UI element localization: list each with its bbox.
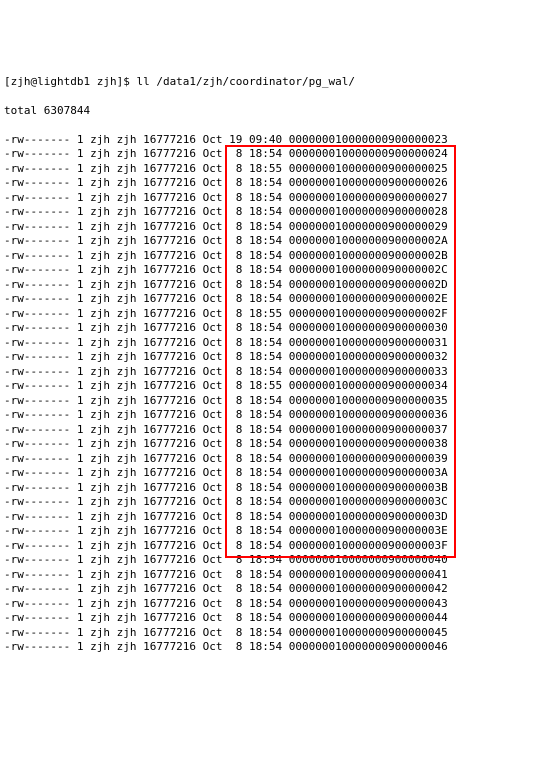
file-row: -rw------- 1 zjh zjh 16777216 Oct 8 18:5… xyxy=(4,626,556,641)
file-row: -rw------- 1 zjh zjh 16777216 Oct 8 18:5… xyxy=(4,524,556,539)
file-row: -rw------- 1 zjh zjh 16777216 Oct 19 09:… xyxy=(4,133,556,148)
file-row: -rw------- 1 zjh zjh 16777216 Oct 8 18:5… xyxy=(4,582,556,597)
file-row: -rw------- 1 zjh zjh 16777216 Oct 8 18:5… xyxy=(4,307,556,322)
file-row: -rw------- 1 zjh zjh 16777216 Oct 8 18:5… xyxy=(4,147,556,162)
file-row: -rw------- 1 zjh zjh 16777216 Oct 8 18:5… xyxy=(4,234,556,249)
file-row: -rw------- 1 zjh zjh 16777216 Oct 8 18:5… xyxy=(4,379,556,394)
file-row: -rw------- 1 zjh zjh 16777216 Oct 8 18:5… xyxy=(4,466,556,481)
file-row: -rw------- 1 zjh zjh 16777216 Oct 8 18:5… xyxy=(4,278,556,293)
total-line: total 6307844 xyxy=(4,104,556,119)
file-row: -rw------- 1 zjh zjh 16777216 Oct 8 18:5… xyxy=(4,365,556,380)
file-listing: -rw------- 1 zjh zjh 16777216 Oct 19 09:… xyxy=(4,133,556,655)
file-row: -rw------- 1 zjh zjh 16777216 Oct 8 18:5… xyxy=(4,597,556,612)
file-row: -rw------- 1 zjh zjh 16777216 Oct 8 18:5… xyxy=(4,249,556,264)
file-row: -rw------- 1 zjh zjh 16777216 Oct 8 18:5… xyxy=(4,481,556,496)
file-row: -rw------- 1 zjh zjh 16777216 Oct 8 18:5… xyxy=(4,611,556,626)
file-row: -rw------- 1 zjh zjh 16777216 Oct 8 18:5… xyxy=(4,495,556,510)
file-row: -rw------- 1 zjh zjh 16777216 Oct 8 18:5… xyxy=(4,321,556,336)
file-row: -rw------- 1 zjh zjh 16777216 Oct 8 18:5… xyxy=(4,292,556,307)
file-row: -rw------- 1 zjh zjh 16777216 Oct 8 18:5… xyxy=(4,423,556,438)
file-row: -rw------- 1 zjh zjh 16777216 Oct 8 18:5… xyxy=(4,394,556,409)
file-row: -rw------- 1 zjh zjh 16777216 Oct 8 18:5… xyxy=(4,452,556,467)
file-row: -rw------- 1 zjh zjh 16777216 Oct 8 18:5… xyxy=(4,640,556,655)
file-row: -rw------- 1 zjh zjh 16777216 Oct 8 18:5… xyxy=(4,437,556,452)
file-row: -rw------- 1 zjh zjh 16777216 Oct 8 18:5… xyxy=(4,263,556,278)
file-row: -rw------- 1 zjh zjh 16777216 Oct 8 18:5… xyxy=(4,539,556,554)
prompt-line: [zjh@lightdb1 zjh]$ ll /data1/zjh/coordi… xyxy=(4,75,556,90)
file-row: -rw------- 1 zjh zjh 16777216 Oct 8 18:5… xyxy=(4,162,556,177)
file-row: -rw------- 1 zjh zjh 16777216 Oct 8 18:5… xyxy=(4,220,556,235)
file-row: -rw------- 1 zjh zjh 16777216 Oct 8 18:5… xyxy=(4,408,556,423)
file-row: -rw------- 1 zjh zjh 16777216 Oct 8 18:5… xyxy=(4,191,556,206)
file-row: -rw------- 1 zjh zjh 16777216 Oct 8 18:5… xyxy=(4,205,556,220)
file-row: -rw------- 1 zjh zjh 16777216 Oct 8 18:5… xyxy=(4,553,556,568)
file-row: -rw------- 1 zjh zjh 16777216 Oct 8 18:5… xyxy=(4,176,556,191)
terminal-output[interactable]: [zjh@lightdb1 zjh]$ ll /data1/zjh/coordi… xyxy=(4,60,556,684)
file-row: -rw------- 1 zjh zjh 16777216 Oct 8 18:5… xyxy=(4,336,556,351)
file-row: -rw------- 1 zjh zjh 16777216 Oct 8 18:5… xyxy=(4,510,556,525)
file-row: -rw------- 1 zjh zjh 16777216 Oct 8 18:5… xyxy=(4,350,556,365)
